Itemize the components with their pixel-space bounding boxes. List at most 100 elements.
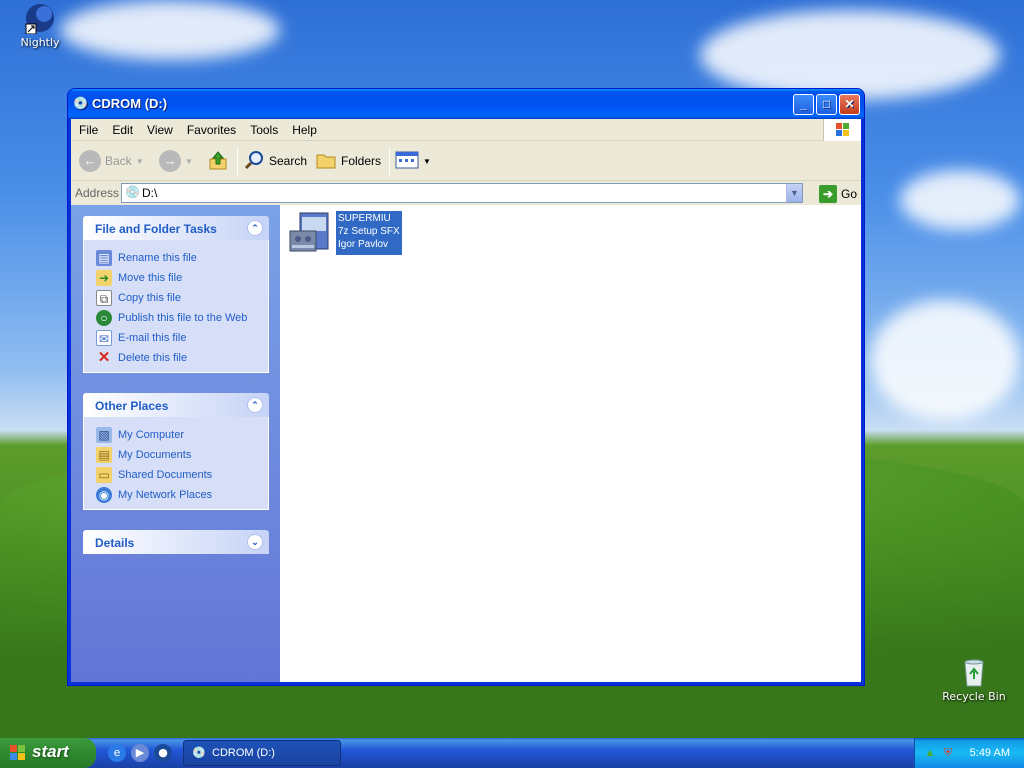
start-button[interactable]: start xyxy=(0,738,96,768)
panel-title: Details xyxy=(95,536,135,550)
desktop-icon-label: Nightly xyxy=(20,36,60,49)
windows-flag-icon xyxy=(823,119,861,141)
cdrom-icon: 💿 xyxy=(192,747,206,759)
address-input[interactable]: 💿 D:\ ▼ xyxy=(121,183,803,203)
computer-icon: ▧ xyxy=(96,427,112,443)
clock[interactable]: 5:49 AM xyxy=(970,747,1010,759)
nightly-quicklaunch-icon[interactable]: ● xyxy=(154,744,172,762)
file-company: Igor Pavlov xyxy=(338,239,389,250)
task-label: Delete this file xyxy=(118,352,188,364)
desktop-icon-label: Recycle Bin xyxy=(942,690,1006,703)
installer-icon xyxy=(288,211,332,255)
address-label: Address xyxy=(75,186,120,200)
task-publish[interactable]: ○ Publish this file to the Web xyxy=(96,308,268,328)
menu-bar: File Edit View Favorites Tools Help xyxy=(71,119,861,141)
desktop-icon-nightly[interactable]: Nightly xyxy=(0,2,80,49)
other-places-panel: Other Places ⌃ ▧ My Computer ▤ My Document… xyxy=(83,393,269,510)
desktop-icon-recycle-bin[interactable]: Recycle Bin xyxy=(934,656,1014,703)
place-label: My Network Places xyxy=(118,489,213,501)
recycle-bin-icon xyxy=(958,656,990,688)
menu-favorites[interactable]: Favorites xyxy=(179,119,242,137)
title-bar[interactable]: 💿 CDROM (D:) _ □ ✕ xyxy=(68,89,864,119)
panel-header[interactable]: File and Folder Tasks ⌃ xyxy=(83,216,269,240)
file-folder-tasks-panel: File and Folder Tasks ⌃ ▤ Rename this fil… xyxy=(83,216,269,373)
email-icon: ✉ xyxy=(96,330,112,346)
file-item-supermiu[interactable]: SUPERMIU 7z Setup SFX Igor Pavlov xyxy=(288,211,402,255)
place-my-documents[interactable]: ▤ My Documents xyxy=(96,445,268,465)
place-network[interactable]: ◉ My Network Places xyxy=(96,485,268,505)
address-dropdown-button[interactable]: ▼ xyxy=(786,184,802,202)
task-label: Publish this file to the Web xyxy=(118,312,248,324)
network-icon: ◉ xyxy=(96,487,112,503)
documents-icon: ▤ xyxy=(96,447,112,463)
back-button[interactable]: ← Back ▼ xyxy=(79,149,144,173)
dropdown-arrow-icon: ▼ xyxy=(185,156,193,166)
menu-help[interactable]: Help xyxy=(284,119,323,137)
place-label: My Documents xyxy=(118,449,192,461)
collapse-chevron-icon[interactable]: ⌃ xyxy=(247,397,263,413)
panel-title: Other Places xyxy=(95,399,169,413)
panel-body: ▧ My Computer ▤ My Documents ▭ Shared Docum… xyxy=(83,417,269,510)
maximize-button[interactable]: □ xyxy=(816,94,837,115)
panel-header[interactable]: Details ⌄ xyxy=(83,530,269,554)
panel-header[interactable]: Other Places ⌃ xyxy=(83,393,269,417)
up-folder-button[interactable] xyxy=(207,149,229,173)
taskbar-button-cdrom[interactable]: 💿 CDROM (D:) xyxy=(183,740,341,766)
task-delete[interactable]: ✕ Delete this file xyxy=(96,348,268,368)
folders-button[interactable]: Folders xyxy=(315,149,381,173)
task-email[interactable]: ✉ E-mail this file xyxy=(96,328,268,348)
globe-icon: ○ xyxy=(96,310,112,326)
task-label: Copy this file xyxy=(118,292,181,304)
folders-label: Folders xyxy=(341,154,382,168)
internet-explorer-icon[interactable]: e xyxy=(108,744,126,762)
task-label: Move this file xyxy=(118,272,183,284)
file-list-area[interactable]: SUPERMIU 7z Setup SFX Igor Pavlov xyxy=(280,205,861,682)
windows-logo-icon xyxy=(10,745,26,761)
cloud xyxy=(870,300,1020,420)
task-label: E-mail this file xyxy=(118,332,187,344)
toolbar-separator xyxy=(237,147,238,175)
go-button[interactable]: ➔ Go xyxy=(818,185,857,203)
media-player-icon[interactable]: ▶ xyxy=(131,744,149,762)
place-shared-documents[interactable]: ▭ Shared Documents xyxy=(96,465,268,485)
network-status-icon[interactable]: ▲ xyxy=(923,746,937,760)
panel-title: File and Folder Tasks xyxy=(95,222,217,236)
dropdown-arrow-icon: ▼ xyxy=(423,156,431,166)
copy-icon: ⧉ xyxy=(96,290,112,306)
menu-tools[interactable]: Tools xyxy=(242,119,284,137)
panel-body: ▤ Rename this file ➜ Move this file ⧉ Copy … xyxy=(83,240,269,373)
shared-folder-icon: ▭ xyxy=(96,467,112,483)
task-rename[interactable]: ▤ Rename this file xyxy=(96,248,268,268)
views-button[interactable]: ▼ xyxy=(395,149,431,173)
place-label: Shared Documents xyxy=(118,469,213,481)
task-move[interactable]: ➜ Move this file xyxy=(96,268,268,288)
toolbar: ← Back ▼ → ▼ Search Folders ▼ xyxy=(71,141,861,181)
menu-file[interactable]: File xyxy=(71,119,104,137)
search-label: Search xyxy=(269,154,308,168)
search-button[interactable]: Search xyxy=(243,149,307,173)
task-pane: File and Folder Tasks ⌃ ▤ Rename this fil… xyxy=(71,205,280,682)
menu-view[interactable]: View xyxy=(139,119,179,137)
file-type: 7z Setup SFX xyxy=(338,226,400,237)
collapse-chevron-icon[interactable]: ⌃ xyxy=(247,220,263,236)
delete-icon: ✕ xyxy=(97,349,111,366)
file-label: SUPERMIU 7z Setup SFX Igor Pavlov xyxy=(336,211,402,255)
taskbar: start e ▶ ● 💿 CDROM (D:) ▲ ⛨ 5:49 AM xyxy=(0,738,1024,768)
security-shield-icon[interactable]: ⛨ xyxy=(941,746,955,760)
place-my-computer[interactable]: ▧ My Computer xyxy=(96,425,268,445)
place-label: My Computer xyxy=(118,429,185,441)
go-arrow-icon: ➔ xyxy=(818,185,837,203)
minimize-button[interactable]: _ xyxy=(793,94,814,115)
task-copy[interactable]: ⧉ Copy this file xyxy=(96,288,268,308)
up-folder-icon xyxy=(207,149,229,174)
address-bar: Address 💿 D:\ ▼ ➔ Go xyxy=(71,181,861,205)
close-button[interactable]: ✕ xyxy=(839,94,860,115)
menu-edit[interactable]: Edit xyxy=(104,119,139,137)
expand-chevron-icon[interactable]: ⌄ xyxy=(247,534,263,550)
cdrom-icon: 💿 xyxy=(125,185,140,199)
task-label: CDROM (D:) xyxy=(212,747,275,759)
toolbar-separator xyxy=(389,147,390,175)
folder-icon xyxy=(315,149,337,174)
forward-button[interactable]: → ▼ xyxy=(159,149,193,173)
explorer-window: 💿 CDROM (D:) _ □ ✕ File Edit View Favorites… xyxy=(67,88,865,686)
